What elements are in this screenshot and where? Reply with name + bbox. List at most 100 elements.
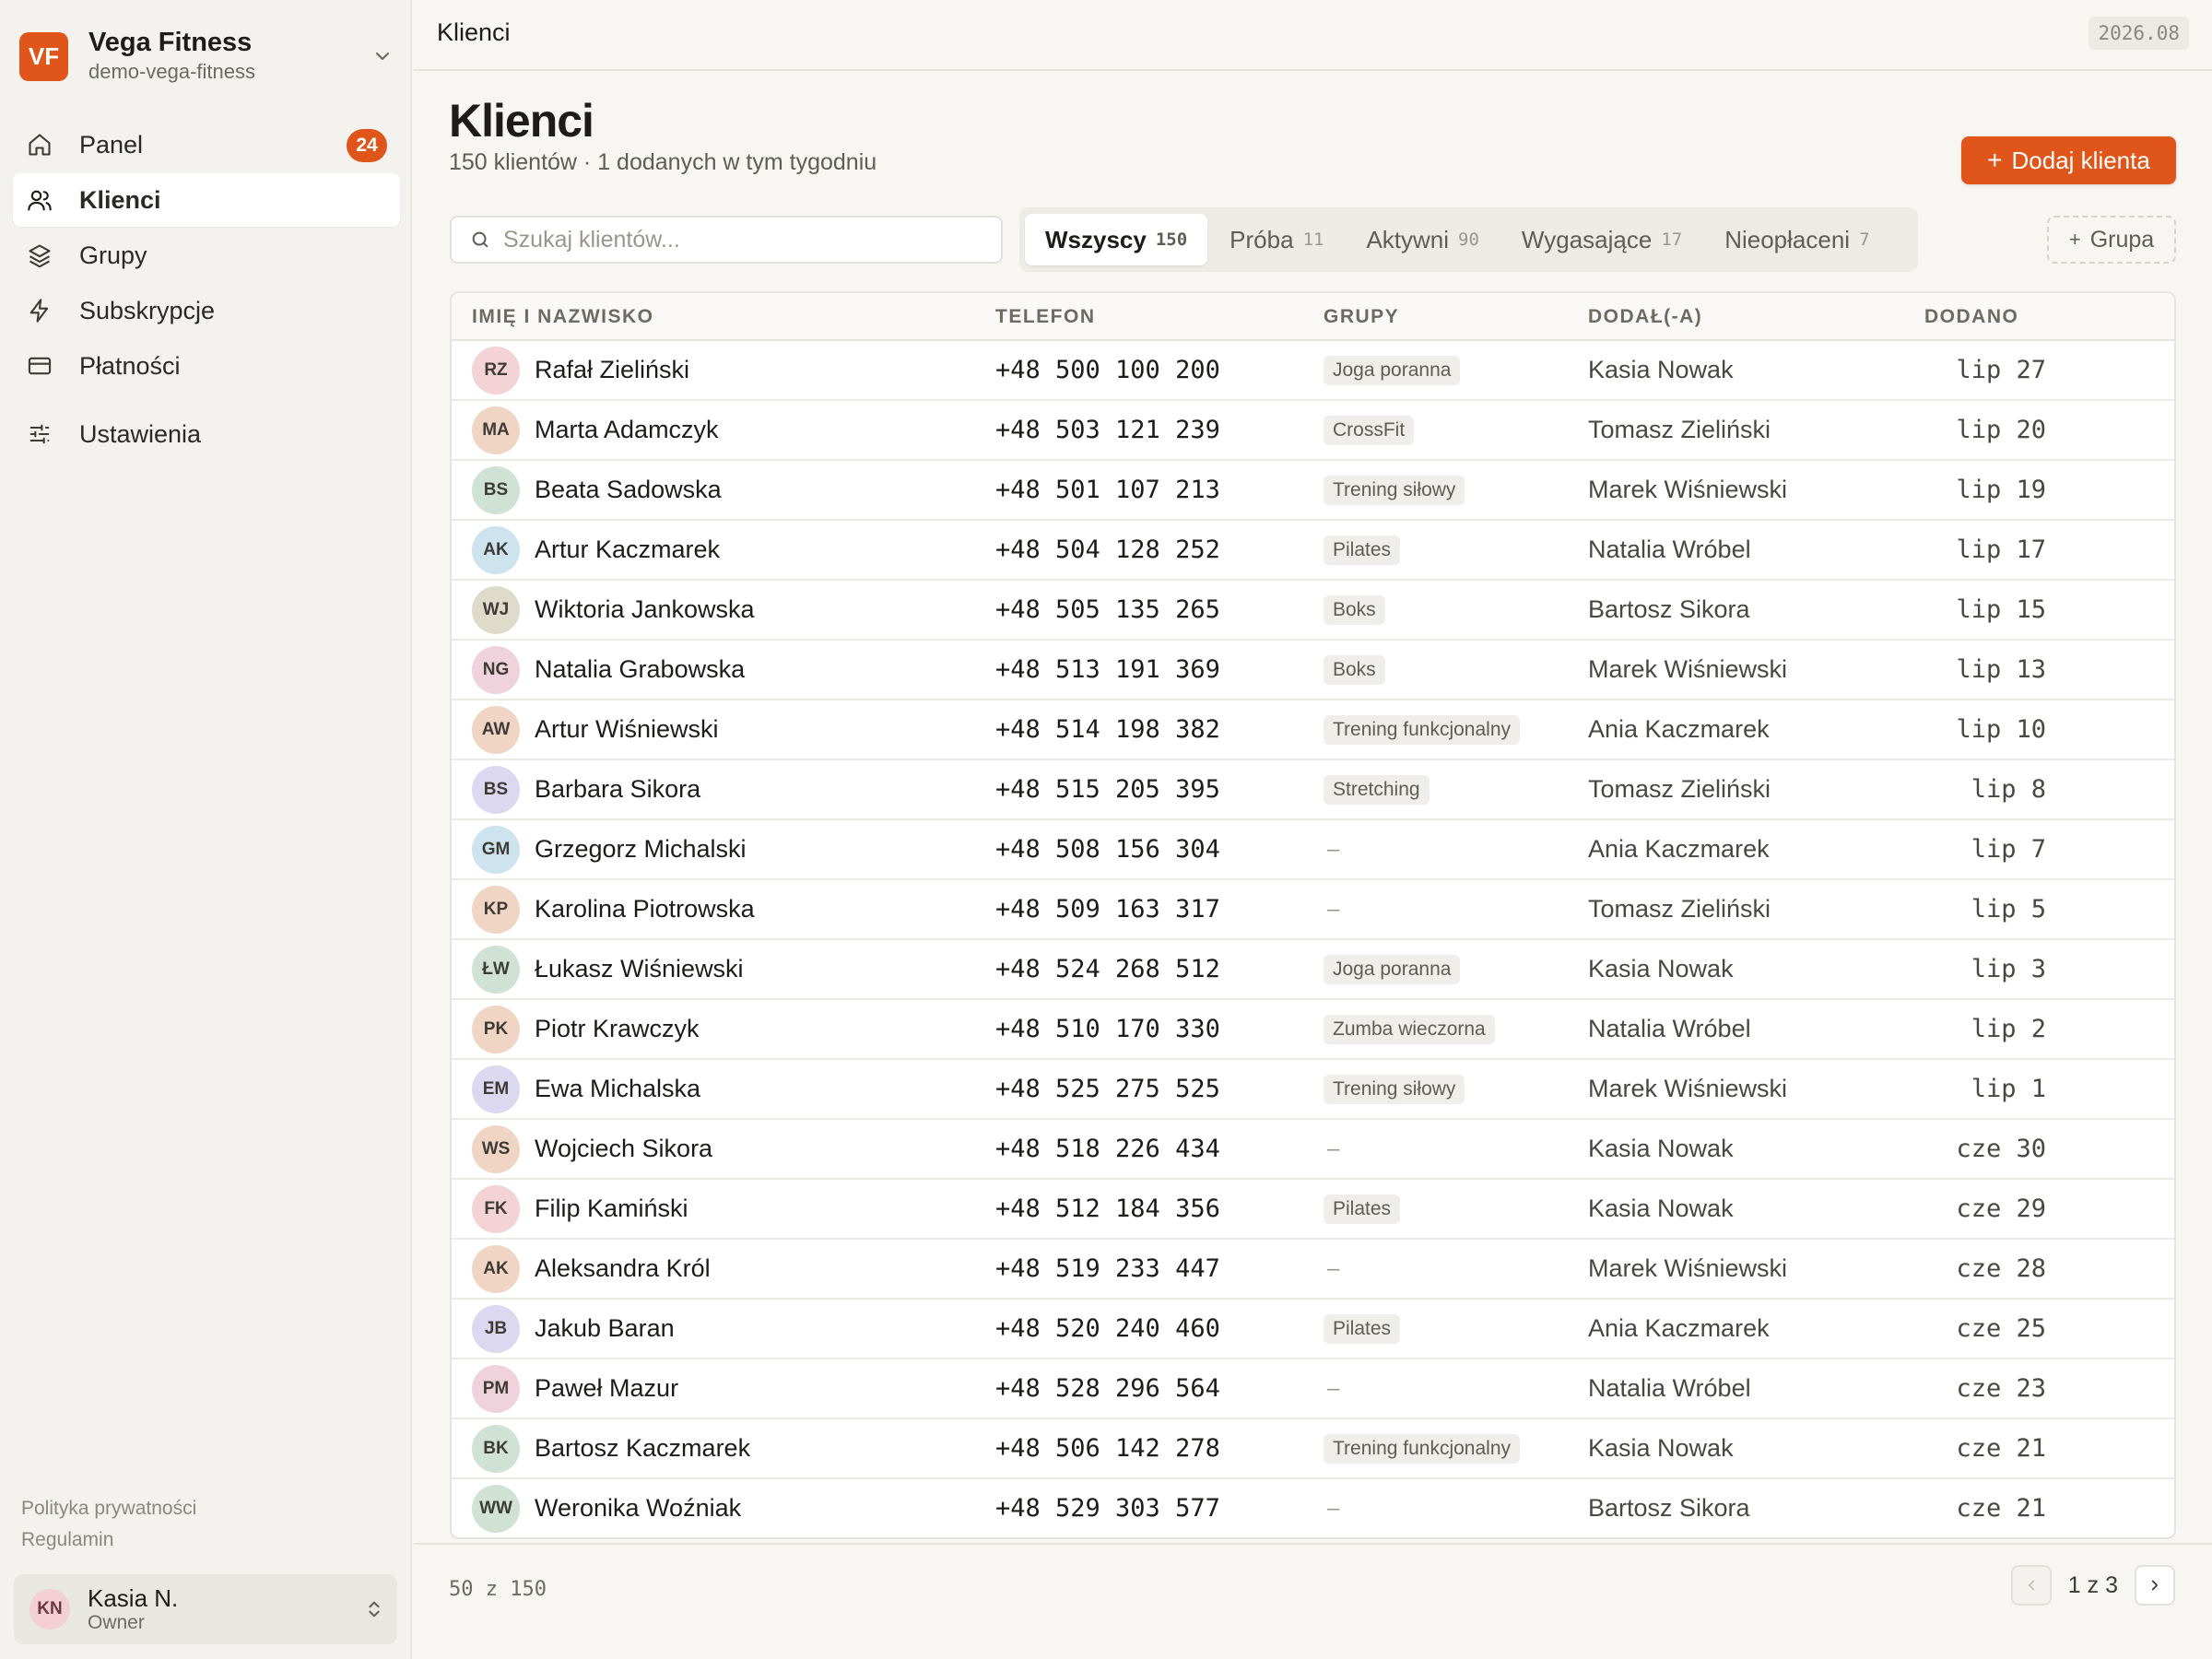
client-name-cell: ŁW Łukasz Wiśniewski <box>472 940 744 998</box>
sidebar-item-payments[interactable]: Płatności <box>13 339 400 393</box>
sidebar-item-clients[interactable]: Klienci <box>13 173 400 227</box>
table-row[interactable]: PK Piotr Krawczyk +48 510 170 330 Zumba wie… <box>452 1000 2174 1060</box>
table-row[interactable]: PM Paweł Mazur +48 528 296 564 – Natalia Wró… <box>452 1359 2174 1419</box>
client-name-cell: RZ Rafał Zieliński <box>472 341 689 399</box>
avatar: KN <box>29 1589 70 1630</box>
client-name[interactable]: Wiktoria Jankowska <box>535 595 755 624</box>
add-client-button[interactable]: + Dodaj klienta <box>1961 136 2176 184</box>
added-by: Natalia Wróbel <box>1588 1374 1751 1402</box>
table-row[interactable]: WJ Wiktoria Jankowska +48 505 135 265 Boks B… <box>452 581 2174 641</box>
table-row[interactable]: AK Aleksandra Król +48 519 233 447 – Marek W… <box>452 1240 2174 1300</box>
tab-active[interactable]: Aktywni 90 <box>1346 214 1499 265</box>
table-row[interactable]: WS Wojciech Sikora +48 518 226 434 – Kasia N… <box>452 1120 2174 1180</box>
chevron-left-icon <box>2028 1580 2034 1591</box>
client-name[interactable]: Natalia Grabowska <box>535 655 745 684</box>
client-name[interactable]: Wojciech Sikora <box>535 1135 712 1163</box>
client-name[interactable]: Karolina Piotrowska <box>535 895 755 924</box>
sidebar-nav: Panel 24 Klienci Grupy Subskrypcje Płatn… <box>13 118 400 463</box>
pagination: 1 z 3 <box>2010 1565 2175 1606</box>
sidebar-item-label: Klienci <box>79 185 161 214</box>
tab-all[interactable]: Wszyscy 150 <box>1025 214 1208 265</box>
sidebar-item-subscriptions[interactable]: Subskrypcje <box>13 284 400 337</box>
client-name[interactable]: Grzegorz Michalski <box>535 835 747 864</box>
client-group-cell: Pilates <box>1324 1300 1401 1358</box>
avatar: AK <box>472 1244 520 1293</box>
add-group-filter-button[interactable]: + Grupa <box>2047 216 2176 264</box>
column-header-added-by[interactable]: DODAŁ(-A) <box>1588 306 1702 328</box>
table-row[interactable]: BS Barbara Sikora +48 515 205 395 Stretchin… <box>452 760 2174 820</box>
client-name[interactable]: Artur Wiśniewski <box>535 715 719 744</box>
prev-page-button[interactable] <box>2010 1565 2052 1606</box>
client-name[interactable]: Aleksandra Król <box>535 1254 711 1283</box>
client-name[interactable]: Piotr Krawczyk <box>535 1015 700 1043</box>
sliders-icon <box>26 420 53 448</box>
column-header-added[interactable]: DODANO <box>1924 306 2018 328</box>
empty-group: – <box>1327 896 1340 922</box>
column-header-name[interactable]: IMIĘ I NAZWISKO <box>472 306 654 328</box>
client-name[interactable]: Łukasz Wiśniewski <box>535 955 744 983</box>
client-name[interactable]: Rafał Zieliński <box>535 356 689 384</box>
page-title: Klienci <box>449 95 594 147</box>
client-name[interactable]: Filip Kamiński <box>535 1194 688 1223</box>
client-name[interactable]: Paweł Mazur <box>535 1374 678 1403</box>
client-phone: +48 524 268 512 <box>995 955 1220 983</box>
table-row[interactable]: WW Weronika Woźniak +48 529 303 577 – Bartos… <box>452 1479 2174 1537</box>
client-name-cell: NG Natalia Grabowska <box>472 641 745 699</box>
tab-count: 7 <box>1859 229 1870 250</box>
client-name[interactable]: Jakub Baran <box>535 1314 675 1343</box>
workspace-switcher[interactable]: VF Vega Fitness demo-vega-fitness <box>19 27 394 86</box>
client-name[interactable]: Weronika Woźniak <box>535 1494 741 1523</box>
sidebar-item-panel[interactable]: Panel 24 <box>13 118 400 171</box>
added-date: lip 5 <box>1971 895 2046 924</box>
sidebar-item-settings[interactable]: Ustawienia <box>13 407 400 461</box>
next-page-button[interactable] <box>2135 1565 2175 1606</box>
chevron-right-icon <box>2151 1580 2159 1591</box>
privacy-link[interactable]: Polityka prywatności <box>21 1493 196 1524</box>
table-row[interactable]: EM Ewa Michalska +48 525 275 525 Trening si… <box>452 1060 2174 1120</box>
table-row[interactable]: AK Artur Kaczmarek +48 504 128 252 Pilates N… <box>452 521 2174 581</box>
table-row[interactable]: ŁW Łukasz Wiśniewski +48 524 268 512 Joga p… <box>452 940 2174 1000</box>
tab-count: 90 <box>1458 229 1479 250</box>
added-by: Tomasz Zieliński <box>1588 416 1771 443</box>
client-phone: +48 501 107 213 <box>995 476 1220 504</box>
table-row[interactable]: KP Karolina Piotrowska +48 509 163 317 – Tom… <box>452 880 2174 940</box>
client-name[interactable]: Bartosz Kaczmarek <box>535 1434 750 1463</box>
tab-expiring[interactable]: Wygasające 17 <box>1501 214 1702 265</box>
avatar: ŁW <box>472 945 520 994</box>
table-row[interactable]: JB Jakub Baran +48 520 240 460 Pilates Ania … <box>452 1300 2174 1359</box>
tab-count: 150 <box>1155 229 1188 250</box>
client-phone: +48 503 121 239 <box>995 416 1220 444</box>
column-header-groups[interactable]: GRUPY <box>1324 306 1399 328</box>
tab-unpaid[interactable]: Nieopłaceni 7 <box>1704 214 1889 265</box>
client-name[interactable]: Barbara Sikora <box>535 775 700 804</box>
search-field[interactable] <box>450 216 1003 264</box>
table-row[interactable]: RZ Rafał Zieliński +48 500 100 200 Joga por… <box>452 341 2174 401</box>
table-row[interactable]: MA Marta Adamczyk +48 503 121 239 CrossFit T… <box>452 401 2174 461</box>
table-row[interactable]: AW Artur Wiśniewski +48 514 198 382 Trening… <box>452 700 2174 760</box>
client-name[interactable]: Marta Adamczyk <box>535 416 719 444</box>
client-phone: +48 518 226 434 <box>995 1135 1220 1163</box>
search-input[interactable] <box>503 226 982 253</box>
avatar: NG <box>472 645 520 694</box>
user-role: Owner <box>88 1612 145 1633</box>
client-name[interactable]: Artur Kaczmarek <box>535 535 720 564</box>
table-row[interactable]: GM Grzegorz Michalski +48 508 156 304 – Ania… <box>452 820 2174 880</box>
tab-trial[interactable]: Próba 11 <box>1209 214 1344 265</box>
empty-group: – <box>1327 836 1340 862</box>
added-date: cze 28 <box>1956 1254 2046 1283</box>
avatar: PM <box>472 1364 520 1413</box>
user-menu[interactable]: KN Kasia N. Owner <box>14 1574 397 1644</box>
version-badge: 2026.08 <box>2088 17 2189 50</box>
client-name[interactable]: Beata Sadowska <box>535 476 722 504</box>
table-row[interactable]: BS Beata Sadowska +48 501 107 213 Trening s… <box>452 461 2174 521</box>
users-icon <box>26 186 53 214</box>
client-name[interactable]: Ewa Michalska <box>535 1075 700 1103</box>
client-name-cell: EM Ewa Michalska <box>472 1060 700 1118</box>
avatar: BS <box>472 465 520 514</box>
table-row[interactable]: NG Natalia Grabowska +48 513 191 369 Boks Ma… <box>452 641 2174 700</box>
terms-link[interactable]: Regulamin <box>21 1524 196 1556</box>
table-row[interactable]: BK Bartosz Kaczmarek +48 506 142 278 Trenin… <box>452 1419 2174 1479</box>
column-header-phone[interactable]: TELEFON <box>995 306 1096 328</box>
table-row[interactable]: FK Filip Kamiński +48 512 184 356 Pilates Ka… <box>452 1180 2174 1240</box>
sidebar-item-groups[interactable]: Grupy <box>13 229 400 282</box>
